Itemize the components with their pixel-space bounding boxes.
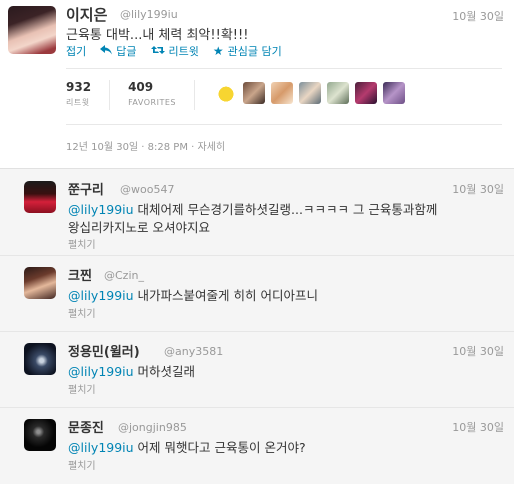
mention-link[interactable]: @lily199iu [68,364,134,379]
reply-item[interactable]: 정용민(윌러) @any3581 10월 30일 @lily199iu 머하셧길… [0,331,514,408]
favoriter-avatar[interactable] [382,82,405,104]
favoriter-avatar[interactable] [214,82,237,104]
expand-link[interactable]: 펼치기 [68,381,96,396]
tweet-date[interactable]: 10월 30일 [452,8,504,24]
author-handle[interactable]: @lily199iu [120,8,178,21]
tweet-timestamp[interactable]: 12년 10월 30일 · 8:28 PM [66,142,188,153]
author-name[interactable]: 크찐 [68,265,92,284]
favoriter-avatar[interactable] [326,82,349,104]
reply-arrow-icon [100,44,113,58]
retweets-stat[interactable]: 932 리트윗 [66,80,111,110]
divider [66,124,502,125]
favorites-stat[interactable]: 409 FAVORITES [128,80,195,110]
retweets-label: 리트윗 [66,98,90,107]
author-handle[interactable]: @woo547 [120,183,174,196]
reply-text-line: 어제 뭐햇다고 근육통이 온거야? [133,440,306,455]
author-name[interactable]: 정용민(윌러) [68,341,140,360]
main-tweet: 이지은 @lily199iu 10월 30일 근육통 대박...내 체력 최악!… [0,0,514,168]
mention-link[interactable]: @lily199iu [68,440,134,455]
mention-link[interactable]: @lily199iu [68,288,134,303]
detail-link[interactable]: 자세히 [198,142,226,153]
reply-text: @lily199iu 내가파스붙여줄게 히히 어디아프니 [68,285,318,304]
reply-date[interactable]: 10월 30일 [452,181,504,197]
favorite-label: 관심글 담기 [227,45,282,58]
avatar[interactable] [24,419,56,451]
reply-text-line: 내가파스붙여줄게 히히 어디아프니 [133,288,318,303]
tweet-meta: 12년 10월 30일 · 8:28 PM · 자세히 [66,142,226,153]
author-name[interactable]: 쭌구리 [68,179,104,198]
reply-text: @lily199iu 어제 뭐햇다고 근육통이 온거야? [68,437,306,456]
favoriter-avatars [214,82,405,104]
avatar[interactable] [8,6,56,54]
avatar[interactable] [24,267,56,299]
reply-text-line: 대체어제 무슨경기를하셧길랭...ㅋㅋㅋㅋ 그 근육통과함께 [133,202,438,217]
avatar[interactable] [24,343,56,375]
tweet-stats: 932 리트윗 409 FAVORITES [66,80,405,110]
author-name[interactable]: 문종진 [68,417,104,436]
reply-text: @lily199iu 머하셧길래 [68,361,195,380]
retweet-icon [150,44,165,58]
mention-link[interactable]: @lily199iu [68,202,134,217]
divider [66,68,502,69]
tweet-actions: 접기 답글 리트윗 ★ 관심글 담기 [66,42,282,60]
reply-date[interactable]: 10월 30일 [452,343,504,359]
reply-button[interactable]: 답글 [100,43,137,59]
avatar[interactable] [24,181,56,213]
reply-item[interactable]: 문종진 @jongjin985 10월 30일 @lily199iu 어제 뭐햇… [0,407,514,484]
tweet-text: 근육통 대박...내 체력 최악!!확!!! [66,28,249,43]
reply-item[interactable]: 쭌구리 @woo547 10월 30일 @lily199iu 대체어제 무슨경기… [0,169,514,256]
author-name[interactable]: 이지은 [66,4,107,25]
reply-text-line2: 왕십리카지노로 오셔야지요 [68,220,210,235]
favorites-label: FAVORITES [128,98,176,107]
retweet-button[interactable]: 리트윗 [150,43,199,59]
star-icon: ★ [212,44,224,58]
reply-text: @lily199iu 대체어제 무슨경기를하셧길랭...ㅋㅋㅋㅋ 그 근육통과함… [68,199,437,218]
expand-link[interactable]: 펼치기 [68,457,96,472]
reply-date[interactable]: 10월 30일 [452,419,504,435]
expand-link[interactable]: 펼치기 [68,236,96,251]
author-handle[interactable]: @any3581 [164,345,223,358]
favoriter-avatar[interactable] [270,82,293,104]
favoriter-avatar[interactable] [354,82,377,104]
favorites-count: 409 [128,80,154,94]
favoriter-avatar[interactable] [298,82,321,104]
collapse-label: 접기 [66,45,87,58]
replies-list: 쭌구리 @woo547 10월 30일 @lily199iu 대체어제 무슨경기… [0,168,514,484]
favoriter-avatar[interactable] [242,82,265,104]
retweets-count: 932 [66,80,92,94]
author-handle[interactable]: @Czin_ [104,269,144,282]
collapse-link[interactable]: 접기 [66,43,86,59]
favorite-button[interactable]: ★ 관심글 담기 [213,43,282,59]
retweet-label: 리트윗 [168,45,199,58]
reply-label: 답글 [116,45,137,58]
expand-link[interactable]: 펼치기 [68,305,96,320]
reply-text-line: 머하셧길래 [133,364,196,379]
author-handle[interactable]: @jongjin985 [118,421,187,434]
tweet-detail-view: 이지은 @lily199iu 10월 30일 근육통 대박...내 체력 최악!… [0,0,514,484]
reply-item[interactable]: 크찐 @Czin_ @lily199iu 내가파스붙여줄게 히히 어디아프니 펼… [0,255,514,332]
